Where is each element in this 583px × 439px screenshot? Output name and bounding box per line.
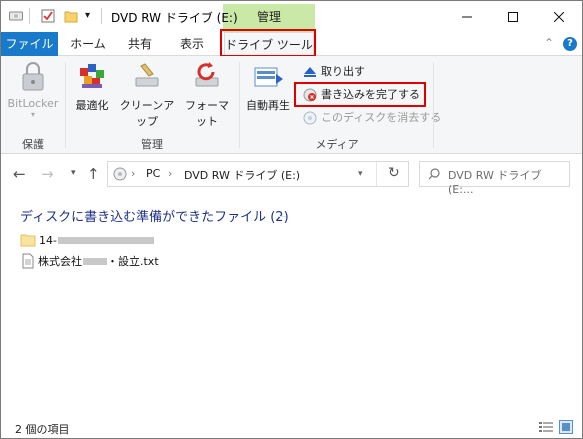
file-name-prefix: 14- <box>39 233 57 247</box>
back-icon[interactable]: ← <box>13 165 26 183</box>
address-bar[interactable]: › PC › DVD RW ドライブ (E:) ▾ ↻ <box>107 161 409 187</box>
text-file-icon <box>22 253 34 269</box>
search-icon <box>428 168 440 180</box>
format-button[interactable]: フォーマット <box>181 60 233 129</box>
file-name-prefix: 株式会社 <box>38 255 82 268</box>
maximize-button[interactable] <box>490 1 536 32</box>
close-button[interactable] <box>536 1 582 32</box>
optimize-icon <box>80 64 104 88</box>
help-icon[interactable]: ? <box>563 37 577 51</box>
search-placeholder: DVD RW ドライブ (E:... <box>448 169 542 196</box>
autoplay-button[interactable]: 自動再生 <box>243 60 293 113</box>
tab-home[interactable]: ホーム <box>63 32 113 56</box>
optimize-button[interactable]: 最適化 <box>71 60 113 113</box>
breadcrumb-dvd-drive[interactable]: DVD RW ドライブ (E:) <box>184 167 300 183</box>
ribbon-separator <box>239 62 240 148</box>
optimize-label: 最適化 <box>75 99 109 112</box>
properties-icon[interactable] <box>41 9 55 26</box>
window-title: DVD RW ドライブ (E:) <box>111 11 238 25</box>
group-label-manage: 管理 <box>141 138 163 151</box>
ribbon-separator <box>433 62 434 148</box>
bitlocker-label: BitLocker <box>7 97 59 110</box>
recent-locations-icon[interactable]: ▾ <box>71 168 76 178</box>
item-count: 2 個の項目 <box>15 423 70 436</box>
file-list-pane: ディスクに書き込む準備ができたファイル (2) 14- 株式会社 ・設立.txt <box>1 195 582 413</box>
close-icon <box>554 11 564 22</box>
address-dropdown-icon[interactable]: ▾ <box>358 169 363 179</box>
erase-disc-label: このディスクを消去する <box>321 111 442 124</box>
breadcrumb-separator-icon: › <box>131 167 136 180</box>
breadcrumb-pc[interactable]: PC <box>146 167 160 180</box>
tab-file[interactable]: ファイル <box>1 32 58 56</box>
folder-icon <box>20 234 36 247</box>
status-bar: 2 個の項目 <box>1 417 582 438</box>
tab-view[interactable]: 表示 <box>169 32 215 56</box>
ribbon: BitLocker ▾ 保護 最適化 クリーンアップ フォーマット 管理 自動再… <box>1 56 582 154</box>
bitlocker-button[interactable]: BitLocker ▾ <box>5 60 61 119</box>
drive-icon <box>113 167 127 181</box>
group-header[interactable]: ディスクに書き込む準備ができたファイル (2) <box>20 206 289 225</box>
explorer-window: ▾ 管理 DVD RW ドライブ (E:) ファイル ホーム 共有 表示 ドライ… <box>0 0 583 439</box>
minimize-button[interactable] <box>444 1 490 32</box>
breadcrumb-separator-icon: › <box>168 167 173 180</box>
file-name-suffix: ・設立.txt <box>107 255 159 268</box>
list-item[interactable]: 株式会社 ・設立.txt <box>20 252 159 270</box>
redacted-text <box>57 236 154 244</box>
refresh-icon[interactable]: ↻ <box>388 165 400 181</box>
minimize-icon <box>462 16 472 17</box>
ribbon-tabs: ファイル ホーム 共有 表示 ドライブ ツール ⌃ ? <box>1 29 582 57</box>
drive-icon <box>9 9 23 26</box>
collapse-ribbon-icon[interactable]: ⌃ <box>544 36 554 50</box>
details-view-icon[interactable] <box>539 421 553 433</box>
list-item[interactable]: 14- <box>20 231 154 249</box>
erase-disc-icon <box>303 111 317 125</box>
erase-disc-button[interactable]: このディスクを消去する <box>301 108 441 128</box>
cleanup-icon <box>135 63 159 87</box>
cleanup-label: クリーンアップ <box>119 99 175 128</box>
format-icon <box>195 62 219 87</box>
maximize-icon <box>508 11 518 22</box>
drive-tools-highlight <box>220 29 316 57</box>
large-icons-view-icon[interactable] <box>559 420 573 434</box>
autoplay-label: 自動再生 <box>246 99 290 112</box>
eject-label: 取り出す <box>321 65 365 78</box>
bitlocker-icon <box>22 62 44 91</box>
eject-button[interactable]: 取り出す <box>301 62 365 82</box>
new-folder-icon[interactable] <box>64 9 78 26</box>
eject-icon <box>304 67 316 77</box>
bitlocker-dropdown-icon: ▾ <box>30 110 35 119</box>
ribbon-separator <box>65 62 66 148</box>
group-header-divider <box>278 216 286 217</box>
tab-share[interactable]: 共有 <box>117 32 163 56</box>
search-box[interactable]: DVD RW ドライブ (E:... <box>419 161 570 196</box>
forward-icon[interactable]: → <box>41 165 54 183</box>
finish-burning-highlight <box>294 82 426 107</box>
qat-dropdown-icon[interactable]: ▾ <box>85 10 90 21</box>
group-label-media: メディア <box>315 138 359 151</box>
up-icon[interactable]: ↑ <box>87 165 100 183</box>
format-label: フォーマット <box>185 99 229 128</box>
cleanup-button[interactable]: クリーンアップ <box>115 60 179 129</box>
group-label-protect: 保護 <box>22 138 44 151</box>
title-bar: ▾ 管理 DVD RW ドライブ (E:) <box>1 1 582 32</box>
autoplay-icon <box>254 67 283 87</box>
navigation-bar: ← → ▾ ↑ › PC › DVD RW ドライブ (E:) ▾ ↻ DVD … <box>1 155 582 196</box>
redacted-text <box>83 257 107 265</box>
